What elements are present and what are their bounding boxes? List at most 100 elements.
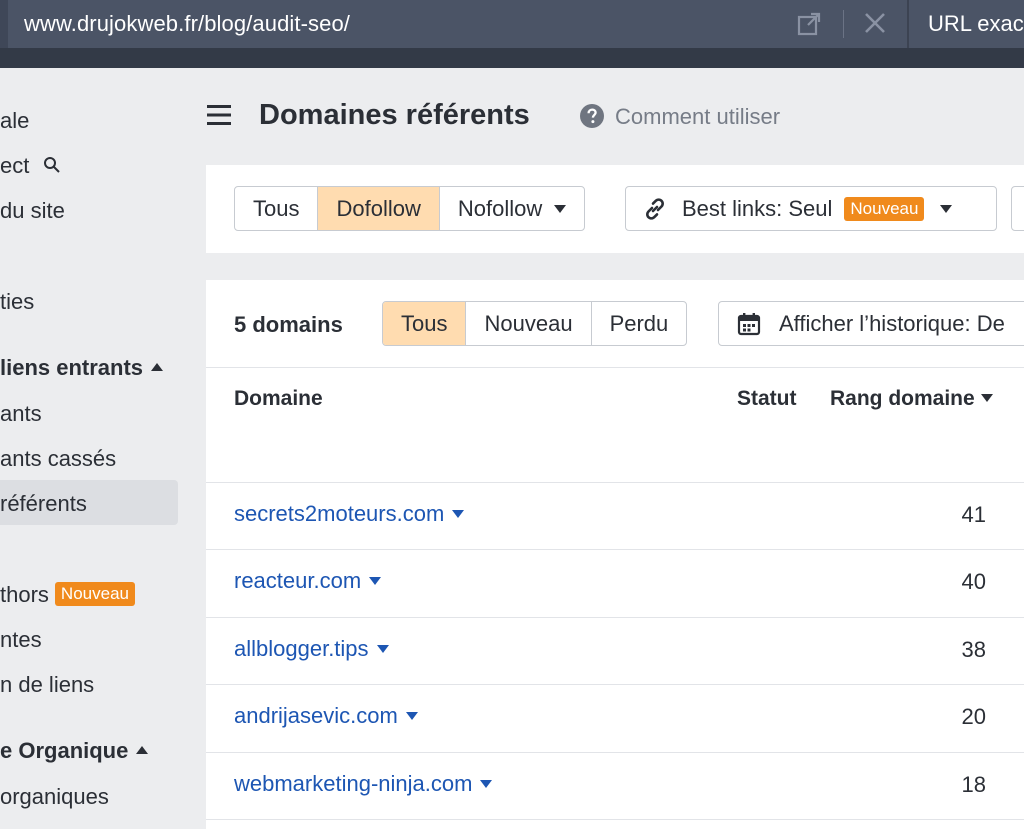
- column-header-rank[interactable]: Rang domaine: [830, 387, 993, 411]
- row-divider: [206, 549, 1024, 550]
- how-to-use-link[interactable]: Comment utiliser: [615, 104, 780, 130]
- chevron-down-icon: [940, 204, 953, 213]
- close-icon[interactable]: [862, 10, 888, 36]
- domain-rank: 40: [961, 569, 986, 594]
- sidebar-item[interactable]: ants: [0, 401, 42, 427]
- url-text[interactable]: www.drujokweb.fr/blog/audit-seo/: [24, 11, 350, 37]
- link-type-filter: Tous Dofollow Nofollow: [234, 186, 586, 231]
- history-dropdown[interactable]: Afficher l’historique: De: [718, 301, 1024, 346]
- chevron-down-icon[interactable]: [480, 780, 493, 788]
- search-icon: [44, 157, 61, 173]
- row-divider: [206, 684, 1024, 685]
- hamburger-menu-icon[interactable]: [207, 105, 231, 125]
- collapse-up-icon: [151, 363, 164, 371]
- sidebar-item-label: thors: [0, 582, 49, 607]
- table-row-domain-link[interactable]: allblogger.tips: [234, 636, 389, 662]
- sidebar-item-label: ect: [0, 153, 30, 178]
- sidebar-item-label: référents: [0, 491, 87, 516]
- domain-rank: 38: [961, 637, 986, 662]
- toolbar-divider: [843, 10, 844, 38]
- collapse-up-icon: [136, 746, 149, 754]
- status-lost-tab[interactable]: Perdu: [592, 302, 687, 345]
- table-row-domain-link[interactable]: secrets2moteurs.com: [234, 501, 465, 527]
- sidebar-item[interactable]: ale: [0, 108, 29, 134]
- domain-name: allblogger.tips: [234, 636, 369, 661]
- sidebar-item[interactable]: thors Nouveau: [0, 582, 135, 608]
- top-bar-edge: [0, 0, 8, 48]
- domain-name: webmarketing-ninja.com: [234, 771, 473, 796]
- domain-rank: 18: [961, 772, 986, 797]
- help-circle-icon[interactable]: [580, 104, 604, 128]
- toolbar-divider: [907, 0, 909, 48]
- sidebar-item-label: ants: [0, 401, 42, 426]
- sidebar-item[interactable]: ants cassés: [0, 446, 116, 472]
- filter-nofollow-dropdown[interactable]: Nofollow: [440, 187, 584, 230]
- status-new-label: Nouveau: [484, 310, 573, 336]
- filter-nofollow-label: Nofollow: [457, 195, 543, 221]
- sidebar-item[interactable]: n de liens: [0, 672, 94, 698]
- domain-name: andrijasevic.com: [234, 703, 398, 728]
- column-header-domain[interactable]: Domaine: [234, 387, 323, 411]
- filter-all-button[interactable]: Tous: [235, 187, 319, 230]
- chevron-down-icon[interactable]: [405, 712, 418, 720]
- domain-name: reacteur.com: [234, 568, 362, 593]
- filter-dofollow-button[interactable]: Dofollow: [318, 187, 440, 230]
- chain-link-icon: [646, 197, 664, 220]
- sort-desc-icon: [980, 394, 993, 402]
- row-divider: [206, 617, 1024, 618]
- status-all-tab[interactable]: Tous: [383, 302, 467, 345]
- sidebar-item-label: ants cassés: [0, 446, 117, 471]
- sidebar-item[interactable]: organiques: [0, 784, 109, 810]
- new-badge: Nouveau: [54, 582, 135, 606]
- column-header-rank-label: Rang domaine: [830, 387, 975, 410]
- status-lost-label: Perdu: [609, 310, 669, 336]
- domain-name: secrets2moteurs.com: [234, 501, 445, 526]
- top-subbar: [0, 48, 1024, 68]
- sidebar-section-label: liens entrants: [0, 355, 144, 380]
- sidebar-item-label: du site: [0, 198, 65, 223]
- chevron-down-icon[interactable]: [369, 577, 382, 585]
- sidebar-item-label: n de liens: [0, 672, 95, 697]
- table-header-divider: [206, 482, 1024, 483]
- divider: [206, 367, 1024, 368]
- best-links-label: Best links: Seul: [682, 195, 833, 221]
- url-mode-select[interactable]: URL exac: [928, 11, 1024, 37]
- chevron-down-icon[interactable]: [452, 510, 465, 518]
- sidebar-item[interactable]: ties: [0, 289, 34, 315]
- calendar-icon: [737, 312, 761, 335]
- chevron-down-icon[interactable]: [376, 645, 389, 653]
- chevron-down-icon: [554, 204, 567, 213]
- sidebar-item-label: ntes: [0, 627, 42, 652]
- domain-rank: 20: [961, 704, 986, 729]
- sidebar-item-active[interactable]: référents: [0, 491, 87, 517]
- sidebar-item-label: organiques: [0, 784, 109, 809]
- sidebar-item-label: ties: [0, 289, 35, 314]
- new-badge: Nouveau: [844, 196, 925, 221]
- status-new-tab[interactable]: Nouveau: [466, 302, 592, 345]
- filter-all-label: Tous: [253, 195, 300, 221]
- top-bar: www.drujokweb.fr/blog/audit-seo/ URL exa…: [0, 0, 1024, 48]
- sidebar-item[interactable]: ect: [0, 153, 61, 179]
- more-filters-button[interactable]: [1011, 186, 1024, 231]
- best-links-dropdown[interactable]: Best links: Seul Nouveau: [625, 186, 997, 231]
- domain-count: 5 domains: [234, 312, 343, 337]
- external-link-icon[interactable]: [796, 11, 822, 37]
- sidebar: ale ect du site ties liens entrants ants…: [0, 68, 190, 829]
- sidebar-section-organic[interactable]: e Organique: [0, 738, 149, 764]
- page-title: Domaines référents: [259, 99, 530, 131]
- table-row-domain-link[interactable]: reacteur.com: [234, 568, 382, 594]
- table-row-domain-link[interactable]: webmarketing-ninja.com: [234, 771, 493, 797]
- column-header-status[interactable]: Statut: [737, 387, 797, 411]
- filter-dofollow-label: Dofollow: [336, 195, 421, 221]
- status-all-label: Tous: [401, 310, 448, 336]
- sidebar-section-label: e Organique: [0, 738, 129, 763]
- sidebar-item[interactable]: ntes: [0, 627, 42, 653]
- row-divider: [206, 819, 1024, 820]
- sidebar-item[interactable]: du site: [0, 198, 65, 224]
- row-divider: [206, 752, 1024, 753]
- table-row-domain-link[interactable]: andrijasevic.com: [234, 703, 418, 729]
- domain-rank: 41: [961, 502, 986, 527]
- history-label: Afficher l’historique: De: [779, 310, 1005, 336]
- sidebar-section-backlinks[interactable]: liens entrants: [0, 355, 164, 381]
- results-card: [206, 280, 1024, 829]
